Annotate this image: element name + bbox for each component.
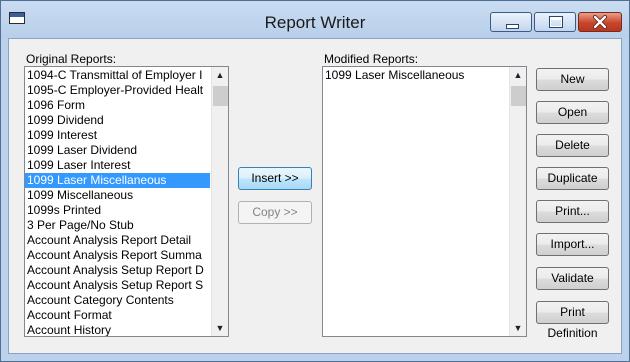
list-item[interactable]: 3 Per Page/No Stub [25, 218, 210, 233]
list-item[interactable]: Account Category Contents [25, 293, 210, 308]
list-item[interactable]: 1096 Form [25, 98, 210, 113]
maximize-button[interactable] [534, 12, 576, 32]
original-reports-list[interactable]: 1094-C Transmittal of Employer I 1095-C E… [24, 66, 229, 337]
close-button[interactable] [578, 12, 622, 32]
chevron-up-icon[interactable]: ▲ [510, 67, 526, 83]
print-definition-button[interactable]: Print Definition [536, 301, 609, 340]
list-item[interactable]: Account Format [25, 308, 210, 323]
modified-reports-label: Modified Reports: [324, 52, 419, 66]
list-item[interactable]: 1099 Dividend [25, 113, 210, 128]
list-item[interactable]: 1099s Printed [25, 203, 210, 218]
list-item[interactable]: Account Analysis Report Summa [25, 248, 210, 263]
open-button[interactable]: Open [536, 101, 609, 124]
list-item[interactable]: 1099 Laser Dividend [25, 143, 210, 158]
close-icon [593, 15, 607, 29]
minimize-icon [506, 24, 519, 29]
print-button[interactable]: Print... [536, 200, 609, 223]
new-button[interactable]: New [536, 68, 609, 91]
scroll-thumb[interactable] [511, 86, 526, 106]
delete-button[interactable]: Delete [536, 134, 609, 157]
report-writer-window: Report Writer Original Reports: 1094-C T… [0, 0, 630, 362]
list-item[interactable]: Account Analysis Setup Report S [25, 278, 210, 293]
list-item[interactable]: 1095-C Employer-Provided Healt [25, 83, 210, 98]
chevron-down-icon[interactable]: ▼ [510, 320, 526, 336]
list-item[interactable]: 1094-C Transmittal of Employer I [25, 68, 210, 83]
modified-reports-scrollbar[interactable]: ▲ ▼ [509, 67, 526, 336]
chevron-up-icon[interactable]: ▲ [212, 67, 228, 83]
import-button[interactable]: Import... [536, 233, 609, 256]
modified-reports-items: 1099 Laser Miscellaneous [323, 68, 508, 83]
list-item[interactable]: 1099 Interest [25, 128, 210, 143]
copy-button[interactable]: Copy >> [238, 201, 312, 224]
list-item[interactable]: 1099 Laser Interest [25, 158, 210, 173]
original-reports-items: 1094-C Transmittal of Employer I 1095-C E… [25, 68, 210, 336]
insert-button[interactable]: Insert >> [238, 167, 312, 190]
validate-button[interactable]: Validate [536, 267, 609, 290]
original-reports-scrollbar[interactable]: ▲ ▼ [211, 67, 228, 336]
dialog-body: Original Reports: 1094-C Transmittal of … [8, 38, 622, 354]
modified-reports-list[interactable]: 1099 Laser Miscellaneous ▲ ▼ [322, 66, 527, 337]
minimize-button[interactable] [490, 12, 532, 32]
list-item[interactable]: Account Analysis Setup Report D [25, 263, 210, 278]
scroll-thumb[interactable] [213, 86, 228, 106]
list-item[interactable]: 1099 Laser Miscellaneous [323, 68, 508, 83]
original-reports-label: Original Reports: [26, 52, 117, 66]
maximize-icon [549, 16, 563, 28]
list-item[interactable]: 1099 Miscellaneous [25, 188, 210, 203]
chevron-down-icon[interactable]: ▼ [212, 320, 228, 336]
list-item[interactable]: 1099 Laser Miscellaneous [25, 173, 210, 188]
title-bar[interactable]: Report Writer [1, 1, 629, 38]
list-item[interactable]: Account History [25, 323, 210, 336]
duplicate-button[interactable]: Duplicate [536, 167, 609, 190]
list-item[interactable]: Account Analysis Report Detail [25, 233, 210, 248]
